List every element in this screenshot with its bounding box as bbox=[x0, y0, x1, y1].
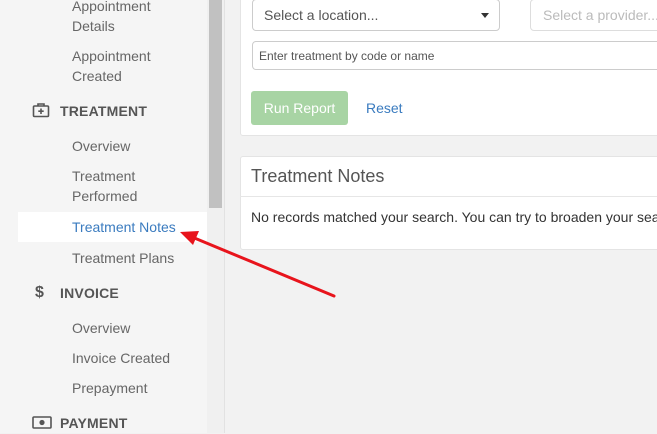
arrow-shaft bbox=[190, 235, 336, 298]
annotation-arrow bbox=[180, 231, 336, 298]
